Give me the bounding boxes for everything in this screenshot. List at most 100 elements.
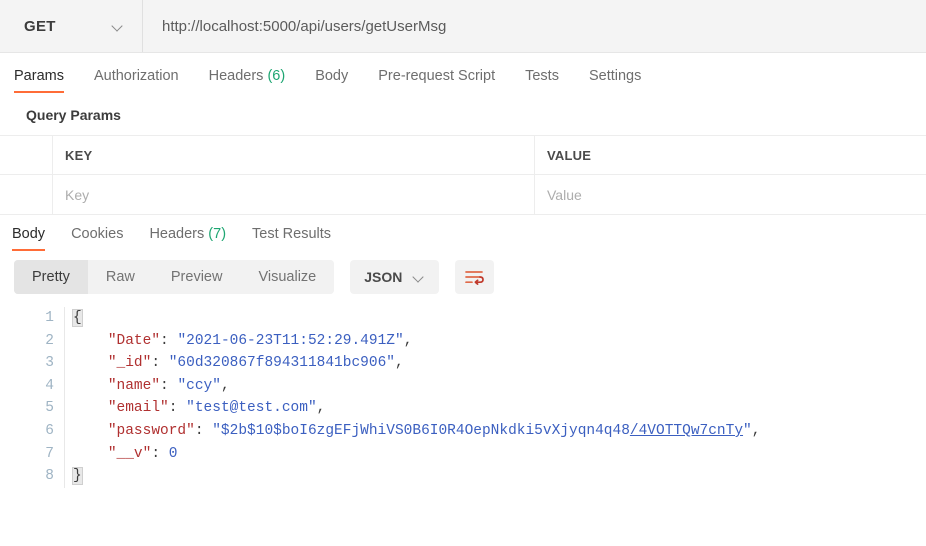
json-comma: , (394, 355, 404, 372)
param-value-placeholder: Value (547, 186, 582, 203)
view-mode-visualize-label: Visualize (258, 269, 317, 285)
json-key: "email" (107, 400, 169, 417)
view-mode-raw-label: Raw (105, 269, 135, 285)
view-mode-pretty[interactable]: Pretty (14, 260, 88, 294)
line-number: 7 (45, 445, 54, 462)
json-value: "2021-06-23T11:52:29.491Z" (177, 332, 404, 349)
line-number: 8 (45, 468, 54, 485)
tab-authorization[interactable]: Authorization (94, 68, 179, 93)
tab-pre-request-script[interactable]: Pre-request Script (378, 68, 495, 93)
view-mode-visualize[interactable]: Visualize (240, 260, 335, 294)
response-body-code[interactable]: { "Date": "2021-06-23T11:52:29.491Z", "_… (64, 307, 926, 488)
row-checkbox-cell[interactable] (0, 175, 53, 214)
view-mode-raw[interactable]: Raw (87, 260, 153, 294)
response-tab-body[interactable]: Body (12, 226, 46, 251)
query-params-title: Query Params (26, 107, 121, 123)
json-value: "60d320867f894311841bc906" (168, 355, 395, 372)
tab-tests-label: Tests (525, 68, 559, 84)
line-number: 5 (45, 400, 54, 417)
json-key: "password" (107, 422, 195, 439)
tab-headers-label: Headers (208, 68, 264, 84)
code-line: "Date": "2021-06-23T11:52:29.491Z", (107, 332, 413, 349)
line-number: 1 (45, 310, 54, 326)
tab-pre-request-script-label: Pre-request Script (378, 68, 496, 84)
query-params-table: KEY VALUE Key Value (0, 135, 926, 215)
response-tab-cookies[interactable]: Cookies (71, 226, 123, 251)
json-key: "Date" (107, 332, 161, 349)
response-tabs: Body Cookies Headers (7) Test Results (0, 215, 926, 251)
response-tab-headers-count: (7) (208, 226, 227, 242)
chevron-down-icon (113, 21, 124, 32)
view-mode-preview[interactable]: Preview (152, 260, 241, 294)
line-number: 6 (45, 422, 54, 439)
json-close-brace: } (72, 467, 83, 486)
param-key-placeholder: Key (65, 186, 90, 203)
response-tab-headers-label: Headers (149, 226, 205, 242)
view-mode-preview-label: Preview (170, 269, 223, 285)
column-header-value: VALUE (535, 136, 926, 174)
line-number: 4 (45, 377, 54, 394)
response-tab-headers[interactable]: Headers (7) (149, 226, 226, 251)
code-line: "_id": "60d320867f894311841bc906", (107, 355, 404, 372)
response-format-toolbar: Pretty Raw Preview Visualize JSON (0, 251, 926, 303)
table-header-row: KEY VALUE (0, 136, 926, 175)
view-mode-pretty-label: Pretty (32, 269, 70, 285)
code-line: } (72, 465, 926, 488)
param-value-input[interactable]: Value (535, 175, 926, 214)
json-value-tail: " (743, 422, 752, 439)
response-body-viewer: 1 2 3 4 5 6 7 8 { "Date": "2021-06-23T11… (0, 303, 926, 488)
request-tabs: Params Authorization Headers (6) Body Pr… (0, 55, 926, 93)
tab-body-label: Body (315, 68, 349, 84)
line-number-gutter: 1 2 3 4 5 6 7 8 (0, 307, 64, 488)
column-header-value-label: VALUE (547, 147, 592, 163)
column-header-key-label: KEY (65, 147, 93, 163)
code-line: { (72, 307, 926, 330)
tab-headers[interactable]: Headers (6) (209, 68, 286, 93)
tab-settings[interactable]: Settings (589, 68, 641, 93)
tab-settings-label: Settings (588, 68, 642, 84)
json-value: 0 (168, 445, 178, 462)
code-line: "name": "ccy", (107, 377, 230, 394)
tab-params-label: Params (14, 68, 64, 84)
response-tab-body-label: Body (12, 226, 46, 242)
tab-authorization-label: Authorization (93, 68, 179, 84)
column-header-key: KEY (53, 136, 535, 174)
json-key: "name" (107, 377, 161, 394)
tab-headers-count: (6) (267, 68, 286, 84)
request-url-text: http://localhost:5000/api/users/getUserM… (162, 17, 447, 35)
response-tab-test-results[interactable]: Test Results (252, 226, 331, 251)
request-url-input[interactable]: http://localhost:5000/api/users/getUserM… (143, 0, 926, 52)
select-all-checkbox-cell[interactable] (0, 136, 53, 174)
code-line: "__v": 0 (107, 445, 178, 462)
response-format-select[interactable]: JSON (350, 260, 440, 294)
word-wrap-icon (465, 270, 485, 285)
http-method-label: GET (24, 17, 56, 35)
tab-body[interactable]: Body (315, 68, 348, 93)
chevron-down-icon (414, 272, 425, 283)
request-url-bar: GET http://localhost:5000/api/users/getU… (0, 0, 926, 53)
response-tab-cookies-label: Cookies (71, 226, 124, 242)
json-comma: , (220, 377, 230, 394)
tab-tests[interactable]: Tests (525, 68, 559, 93)
json-key: "_id" (107, 355, 152, 372)
json-value: "ccy" (177, 377, 221, 394)
line-number: 3 (45, 355, 54, 372)
json-open-brace: { (72, 309, 83, 327)
http-method-select[interactable]: GET (0, 0, 143, 52)
code-line: "password": "$2b$10$boI6zgEFjWhiVS0B6I0R… (107, 422, 761, 439)
word-wrap-button[interactable] (455, 260, 495, 294)
table-row: Key Value (0, 175, 926, 215)
json-value-link[interactable]: /4VOTTQw7cnTy (630, 423, 743, 439)
response-tab-test-results-label: Test Results (252, 226, 332, 242)
tab-params[interactable]: Params (14, 68, 64, 93)
code-line: "email": "test@test.com", (107, 400, 326, 417)
json-comma: , (403, 332, 413, 349)
response-format-label: JSON (364, 269, 403, 285)
json-comma: , (751, 422, 761, 439)
line-number: 2 (45, 332, 54, 349)
json-key: "__v" (107, 445, 152, 462)
json-comma: , (316, 400, 326, 417)
param-key-input[interactable]: Key (53, 175, 535, 214)
json-value: "$2b$10$boI6zgEFjWhiVS0B6I0R4OepNkdki5vX… (212, 422, 630, 439)
view-mode-group: Pretty Raw Preview Visualize (14, 260, 335, 294)
